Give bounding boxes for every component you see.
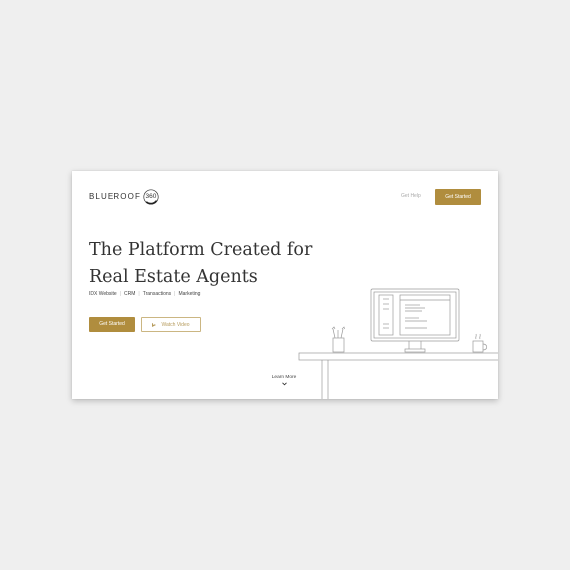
chevron-down-icon bbox=[281, 382, 287, 386]
learn-more-label: Learn More bbox=[271, 375, 297, 380]
feature-separator: | bbox=[174, 291, 176, 297]
mug-icon bbox=[472, 340, 484, 353]
brand-360-badge: 360 bbox=[143, 188, 159, 205]
brand-logo[interactable]: BLUEROOF 360 bbox=[89, 188, 159, 205]
desk-illustration bbox=[298, 288, 498, 399]
feature-list: IDX Website | CRM | Transactions | Marketing bbox=[89, 291, 200, 297]
headline-line-2: Real Estate Agents bbox=[89, 267, 258, 287]
pencil-cup-icon bbox=[332, 337, 345, 353]
play-icon bbox=[152, 322, 157, 327]
hero-headline: The Platform Created for Real Estate Age… bbox=[89, 237, 329, 291]
hero-get-started-button[interactable]: Get Started bbox=[89, 317, 135, 332]
watch-video-button[interactable]: Watch Video bbox=[141, 317, 201, 332]
feature-item: CRM bbox=[124, 291, 136, 297]
feature-separator: | bbox=[138, 291, 140, 297]
desk-icon bbox=[298, 352, 498, 361]
headline-line-1: The Platform Created for bbox=[89, 240, 313, 260]
feature-item: Marketing bbox=[178, 291, 201, 297]
watch-video-label: Watch Video bbox=[161, 321, 190, 328]
landing-page: BLUEROOF 360 Get Help Get Started The Pl… bbox=[72, 171, 498, 399]
feature-separator: | bbox=[119, 291, 122, 297]
get-help-link[interactable]: Get Help bbox=[401, 193, 421, 199]
nav-get-started-button[interactable]: Get Started bbox=[435, 189, 481, 205]
feature-item: Transactions bbox=[142, 291, 172, 297]
feature-item: IDX Website bbox=[89, 291, 117, 297]
monitor-icon bbox=[370, 288, 460, 342]
brand-name: BLUEROOF bbox=[89, 192, 141, 201]
